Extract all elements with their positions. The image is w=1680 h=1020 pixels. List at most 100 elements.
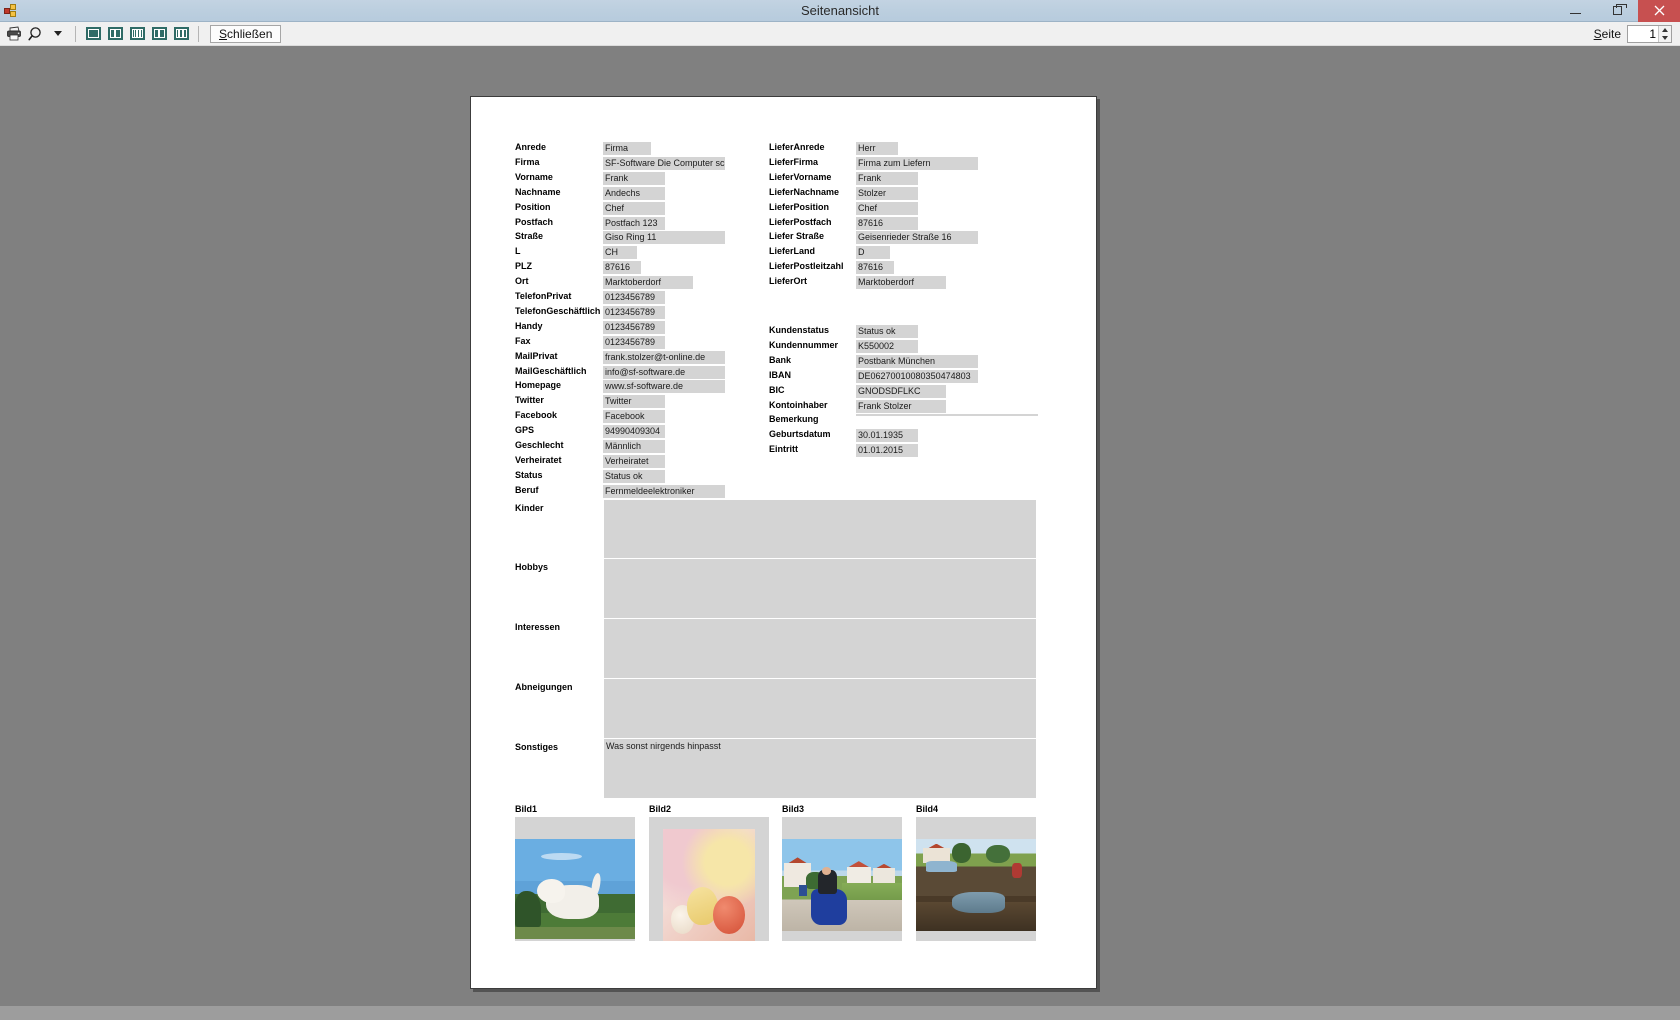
field-value: 01.01.2015 bbox=[856, 444, 918, 458]
memo-label: Sonstiges bbox=[515, 742, 559, 752]
view-six-pages-button[interactable] bbox=[149, 24, 169, 44]
field-value: www.sf-software.de bbox=[603, 380, 725, 394]
field-value: Twitter bbox=[603, 395, 665, 409]
toolbar-left-group: Schließen bbox=[4, 24, 282, 44]
zoom-dropdown-button[interactable] bbox=[48, 24, 68, 44]
arrow-up-icon bbox=[1662, 27, 1668, 32]
field-value: D bbox=[856, 246, 890, 260]
view-four-pages-button[interactable] bbox=[127, 24, 147, 44]
picture-image bbox=[663, 829, 755, 941]
field-value: 30.01.1935 bbox=[856, 429, 918, 443]
chevron-down-icon bbox=[54, 31, 62, 36]
printer-icon bbox=[6, 26, 21, 41]
field-label: Status bbox=[515, 469, 543, 480]
field-label: BIC bbox=[769, 384, 785, 395]
memo-value bbox=[604, 679, 1036, 739]
field-label: LieferPosition bbox=[769, 201, 830, 212]
picture-image bbox=[515, 839, 635, 939]
field-value: Frank Stolzer bbox=[856, 399, 946, 413]
picture-label: Bild4 bbox=[916, 804, 939, 814]
view-two-pages-button[interactable] bbox=[105, 24, 125, 44]
field-value: Firma zum Liefern bbox=[856, 156, 978, 170]
view-one-page-button[interactable] bbox=[83, 24, 103, 44]
field-label: Beruf bbox=[515, 484, 539, 495]
field-value: Andechs bbox=[603, 186, 665, 200]
restore-icon bbox=[1612, 4, 1627, 15]
memo-label: Kinder bbox=[515, 503, 544, 513]
field-label: LieferFirma bbox=[769, 156, 819, 167]
field-label: Handy bbox=[515, 320, 543, 331]
view-more-pages-button[interactable] bbox=[171, 24, 191, 44]
field-label: Facebook bbox=[515, 410, 558, 421]
field-value: GNODSDFLKC bbox=[856, 384, 946, 398]
field-label: Fax bbox=[515, 335, 531, 346]
picture-image bbox=[916, 839, 1036, 931]
print-preview-area[interactable]: Anrede Firma Firma SF-Software Die Computer… bbox=[0, 46, 1680, 1020]
field-value: 0123456789 bbox=[603, 320, 665, 334]
field-label: LieferOrt bbox=[769, 276, 808, 287]
field-value: frank.stolzer@t-online.de bbox=[603, 350, 725, 364]
close-preview-button[interactable]: Schließen bbox=[210, 24, 282, 43]
field-value: Marktoberdorf bbox=[856, 276, 946, 290]
field-label: Straße bbox=[515, 231, 544, 242]
field-label: Geschlecht bbox=[515, 440, 564, 450]
field-value: 94990409304 bbox=[603, 425, 665, 439]
page-number-stepper[interactable] bbox=[1627, 24, 1672, 43]
toolbar-right-group: Seite bbox=[1594, 24, 1676, 43]
picture-frame bbox=[515, 817, 635, 941]
field-label: TelefonGeschäftlich bbox=[515, 305, 601, 316]
field-label: Firma bbox=[515, 156, 540, 167]
memo-label: Hobbys bbox=[515, 562, 549, 572]
print-button[interactable] bbox=[4, 24, 24, 44]
horizontal-scrollbar[interactable] bbox=[0, 1006, 1680, 1020]
field-value: Status ok bbox=[856, 325, 918, 338]
field-label: Postfach bbox=[515, 216, 554, 227]
field-value: 87616 bbox=[856, 261, 894, 275]
field-value: DE06270010080350474803 bbox=[856, 369, 978, 383]
field-label: Bank bbox=[769, 354, 792, 365]
field-value: info@sf-software.de bbox=[603, 365, 725, 379]
field-label: LieferPostfach bbox=[769, 216, 832, 227]
arrow-down-icon bbox=[1662, 35, 1668, 40]
field-value: 87616 bbox=[856, 216, 918, 230]
six-pages-icon bbox=[151, 27, 167, 40]
zoom-button[interactable] bbox=[26, 24, 46, 44]
field-label: Position bbox=[515, 201, 551, 212]
memo-label: Abneigungen bbox=[515, 682, 573, 692]
field-label: PLZ bbox=[515, 261, 532, 272]
field-label: GPS bbox=[515, 425, 535, 436]
restore-button[interactable] bbox=[1596, 0, 1638, 22]
window-title: Seitenansicht bbox=[800, 2, 880, 18]
field-value: Frank bbox=[603, 171, 665, 185]
field-value: Marktoberdorf bbox=[603, 276, 693, 290]
field-value: Fernmeldeelektroniker bbox=[603, 484, 725, 498]
field-label: Kundenstatus bbox=[769, 325, 830, 335]
memo-value: Was sonst nirgends hinpasst bbox=[604, 739, 1036, 799]
memo-value bbox=[604, 500, 1036, 559]
window-controls bbox=[1554, 0, 1680, 22]
field-label: LieferLand bbox=[769, 246, 816, 257]
field-label: MailPrivat bbox=[515, 350, 558, 361]
close-window-button[interactable] bbox=[1638, 0, 1680, 22]
one-page-icon bbox=[85, 27, 101, 40]
field-label: LieferVorname bbox=[769, 171, 832, 182]
field-label: Twitter bbox=[515, 395, 544, 406]
field-value: Status ok bbox=[603, 469, 665, 483]
field-label: LieferAnrede bbox=[769, 142, 825, 152]
field-label: Bemerkung bbox=[769, 414, 819, 425]
picture-frame bbox=[916, 817, 1036, 941]
page-spin-up-button[interactable] bbox=[1659, 26, 1671, 34]
minimize-button[interactable] bbox=[1554, 0, 1596, 22]
more-pages-icon bbox=[173, 27, 189, 40]
field-label: MailGeschäftlich bbox=[515, 365, 587, 376]
page-number-input[interactable] bbox=[1628, 25, 1658, 42]
four-pages-icon bbox=[129, 27, 145, 40]
close-button-accel: S bbox=[219, 26, 228, 41]
field-label: Geburtsdatum bbox=[769, 429, 831, 440]
field-value: Stolzer bbox=[856, 186, 918, 200]
field-label: Eintritt bbox=[769, 444, 798, 455]
field-value: 0123456789 bbox=[603, 335, 665, 349]
page-spin-down-button[interactable] bbox=[1659, 34, 1671, 42]
memo-label: Interessen bbox=[515, 622, 561, 632]
field-value: Männlich bbox=[603, 440, 665, 453]
